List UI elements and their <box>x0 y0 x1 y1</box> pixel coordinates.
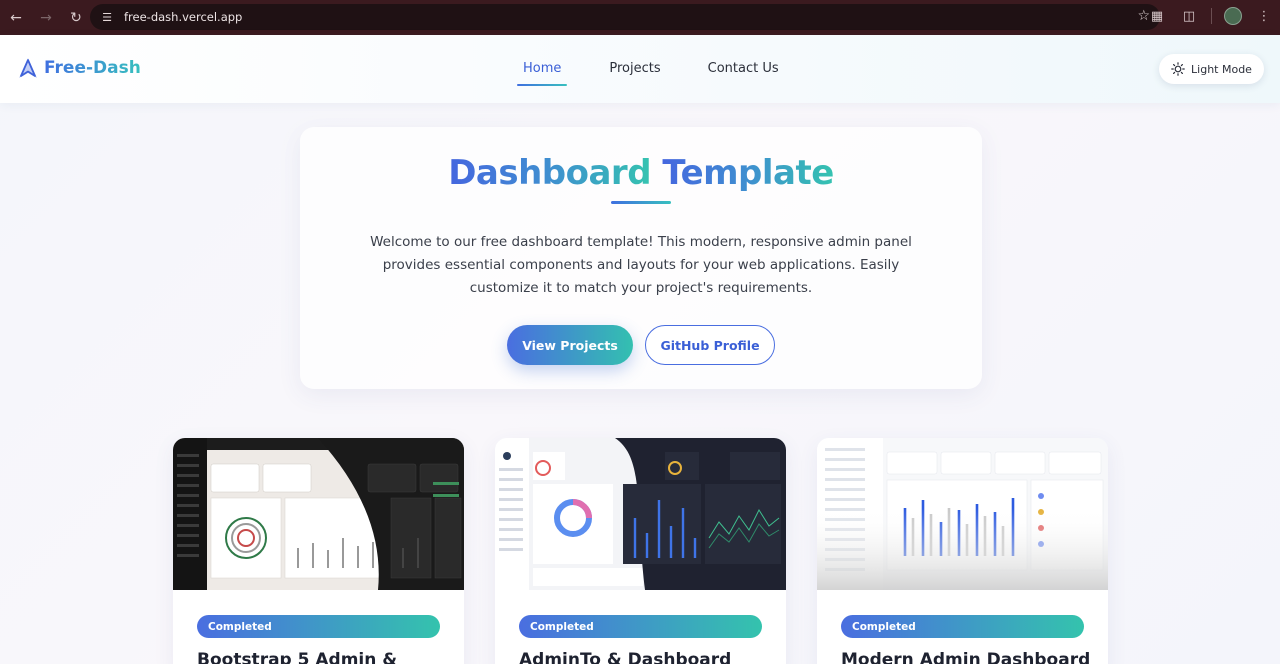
project-title[interactable]: AdminTo & Dashboard <box>519 650 779 664</box>
project-card[interactable]: Completed Modern Admin Dashboard <box>817 438 1108 664</box>
address-url[interactable]: free-dash.vercel.app <box>124 10 242 24</box>
address-bar[interactable]: ☰ free-dash.vercel.app ☆ <box>90 4 1160 30</box>
dashboard-preview-image <box>817 438 1108 590</box>
project-card[interactable]: Completed Bootstrap 5 Admin & <box>173 438 464 664</box>
nav-contact[interactable]: Contact Us <box>702 59 785 78</box>
brand-name: Free-Dash <box>44 58 141 78</box>
site-settings-icon[interactable]: ☰ <box>98 8 116 26</box>
hero-underline <box>611 201 671 204</box>
brand-logo-icon <box>19 58 37 78</box>
puzzle-icon[interactable]: ◫ <box>1179 6 1199 26</box>
back-icon[interactable]: ← <box>2 4 30 32</box>
project-screenshot <box>173 438 464 590</box>
dashboard-preview-image <box>495 438 786 590</box>
nav-home[interactable]: Home <box>517 59 568 86</box>
forward-icon[interactable]: → <box>32 4 60 32</box>
reload-icon[interactable]: ↻ <box>62 4 90 32</box>
project-title[interactable]: Bootstrap 5 Admin & <box>197 650 457 664</box>
site-header: Free-Dash Home Projects Contact Us Light… <box>0 35 1280 103</box>
sun-icon <box>1171 62 1185 76</box>
project-title[interactable]: Modern Admin Dashboard <box>841 650 1101 664</box>
hero-title: Dashboard Template <box>300 153 982 193</box>
nav-projects[interactable]: Projects <box>603 59 666 78</box>
status-badge: Completed <box>197 615 440 638</box>
view-projects-button[interactable]: View Projects <box>507 325 633 365</box>
hero-card: Dashboard Template Welcome to our free d… <box>300 127 982 389</box>
theme-toggle-button[interactable]: Light Mode <box>1159 54 1264 84</box>
hero-title-part2: Template <box>662 153 834 193</box>
project-card[interactable]: Completed AdminTo & Dashboard <box>495 438 786 664</box>
profile-avatar[interactable] <box>1224 7 1242 25</box>
project-screenshot <box>495 438 786 590</box>
main-nav: Home Projects Contact Us <box>505 59 785 86</box>
dashboard-preview-image <box>173 438 464 590</box>
status-badge: Completed <box>519 615 762 638</box>
brand-logo[interactable]: Free-Dash <box>18 57 141 79</box>
github-profile-button[interactable]: GitHub Profile <box>645 325 775 365</box>
extension-icon[interactable]: ▦ <box>1147 6 1167 26</box>
toolbar-divider <box>1211 8 1212 24</box>
status-badge: Completed <box>841 615 1084 638</box>
project-screenshot <box>817 438 1108 590</box>
more-menu-icon[interactable]: ⋮ <box>1254 6 1274 26</box>
hero-description: Welcome to our free dashboard template! … <box>370 234 912 296</box>
hero-title-part1: Dashboard <box>448 153 652 193</box>
theme-toggle-label: Light Mode <box>1191 62 1252 76</box>
browser-toolbar: ← → ↻ ☰ free-dash.vercel.app ☆ ▦ ◫ ⋮ <box>0 0 1280 35</box>
